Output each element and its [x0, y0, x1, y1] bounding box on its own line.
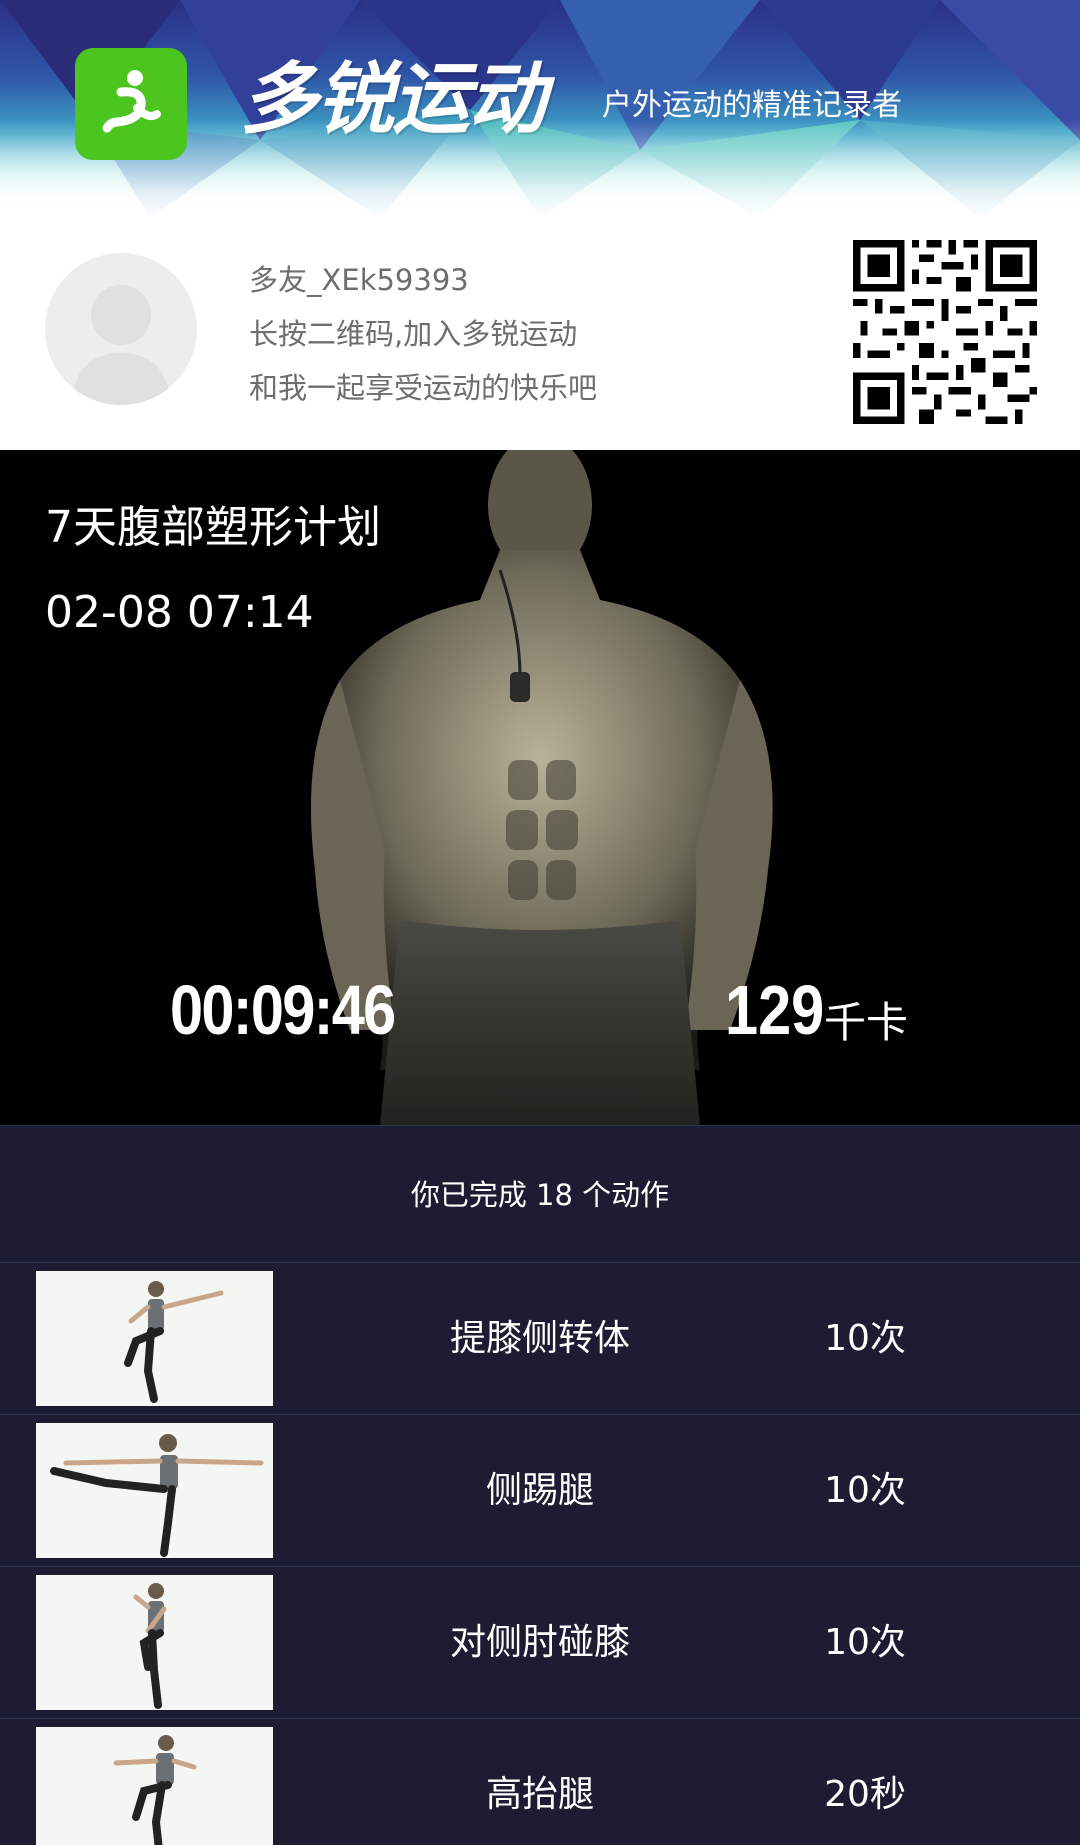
plan-title: 7天腹部塑形计划	[45, 502, 381, 553]
brand-name: 多锐运动	[240, 55, 546, 145]
workout-duration: 00:09:46	[170, 971, 396, 1049]
exercise-name: 高抬腿	[485, 1774, 594, 1815]
exercise-thumbnail	[36, 1575, 273, 1710]
exercise-count: 10次	[824, 1318, 906, 1359]
invite-line-1: 长按二维码,加入多锐运动	[249, 317, 578, 351]
invite-line-2: 和我一起享受运动的快乐吧	[249, 371, 598, 405]
completed-summary: 你已完成 18 个动作	[0, 1125, 1080, 1263]
exercise-row[interactable]: 对侧肘碰膝 10次	[0, 1567, 1080, 1719]
profile-text: 多友_XEk59393 长按二维码,加入多锐运动 和我一起享受运动的快乐吧	[249, 253, 597, 415]
calories-unit: 千卡	[824, 998, 909, 1047]
profile-card: 多友_XEk59393 长按二维码,加入多锐运动 和我一起享受运动的快乐吧	[0, 218, 1080, 450]
workout-datetime: 02-08 07:14	[45, 587, 314, 638]
exercise-count: 10次	[824, 1470, 906, 1511]
username: 多友_XEk59393	[249, 263, 469, 297]
exercise-thumbnail	[36, 1727, 273, 1845]
workout-calories: 129	[725, 971, 825, 1049]
default-avatar-icon[interactable]	[45, 253, 197, 405]
exercise-name: 提膝侧转体	[449, 1318, 630, 1359]
workout-hero: 7天腹部塑形计划 02-08 07:14 00:09:46 129 千卡	[0, 450, 1080, 1125]
brand-slogan: 户外运动的精准记录者	[602, 88, 902, 123]
exercise-row[interactable]: 高抬腿 20秒	[0, 1719, 1080, 1845]
exercise-name: 对侧肘碰膝	[449, 1622, 630, 1663]
exercise-list: 提膝侧转体 10次 侧踢腿 10次 对侧肘碰膝 10次 高抬腿 20秒	[0, 1263, 1080, 1845]
exercise-thumbnail	[36, 1423, 273, 1558]
runner-logo-icon	[102, 70, 161, 133]
exercise-thumbnail	[36, 1271, 273, 1406]
exercise-count: 20秒	[824, 1774, 906, 1815]
exercise-name: 侧踢腿	[485, 1470, 594, 1511]
app-logo-icon	[75, 48, 187, 160]
exercise-row[interactable]: 提膝侧转体 10次	[0, 1263, 1080, 1415]
brand-banner: 多锐运动 户外运动的精准记录者	[0, 0, 1080, 218]
qr-code-icon[interactable]	[853, 240, 1037, 424]
exercise-row[interactable]: 侧踢腿 10次	[0, 1415, 1080, 1567]
exercise-count: 10次	[824, 1622, 906, 1663]
